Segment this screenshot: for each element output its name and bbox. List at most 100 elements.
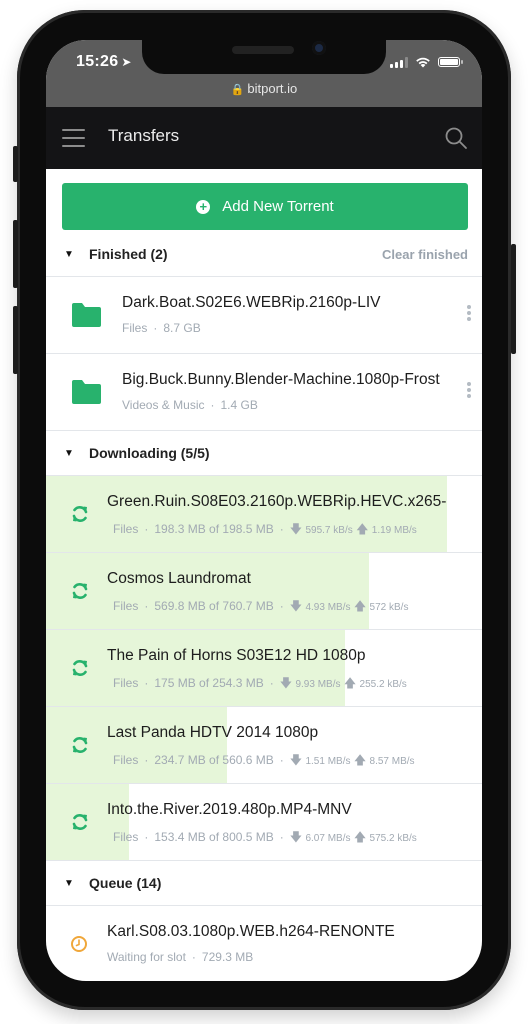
download-arrow-icon: 🡇: [289, 753, 303, 767]
upload-arrow-icon: 🡅: [353, 830, 367, 844]
item-name: The Pain of Horns S03E12 HD 1080p: [107, 647, 366, 664]
upload-arrow-icon: 🡅: [353, 599, 367, 613]
sync-icon: [70, 630, 90, 706]
clock: 15:26 ➤: [76, 53, 132, 71]
download-speed: 6.07 MB/s: [305, 833, 351, 844]
item-category: Files: [113, 830, 139, 844]
upload-speed: 255.2 kB/s: [359, 679, 407, 690]
item-name: Big.Buck.Bunny.Blender-Machine.1080p-Fro…: [122, 371, 440, 388]
download-speed: 4.93 MB/s: [305, 602, 351, 613]
signal-icon: [390, 56, 408, 68]
caret-down-icon: ▼: [64, 877, 74, 889]
status-icons: [390, 56, 463, 68]
list-item[interactable]: Green.Ruin.S08E03.2160p.WEBRip.HEVC.x265…: [46, 476, 482, 553]
plus-circle-icon: +: [196, 199, 211, 214]
transfers-list: + Add New Torrent ▼ Finished (2) Clear f…: [46, 169, 482, 981]
caret-down-icon: ▼: [64, 248, 74, 260]
caret-down-icon: ▼: [64, 447, 74, 459]
item-meta: Files · 569.8 MB of 760.7 MB · 🡇 4.93 MB/s 🡅…: [113, 599, 409, 613]
speaker: [232, 46, 294, 54]
section-title: Finished (2): [89, 246, 168, 262]
sync-icon: [70, 707, 90, 783]
item-downloaded: 569.8 MB of: [154, 599, 220, 613]
list-item[interactable]: The Pain of Horns S03E12 HD 1080p Files · 1…: [46, 630, 482, 707]
list-item[interactable]: Big.Buck.Bunny.Blender-Machine.1080p-Fro…: [46, 354, 482, 431]
section-downloading[interactable]: ▼ Downloading (5/5): [46, 431, 482, 476]
item-name: Karl.S08.03.1080p.WEB.h264-RENONTE: [107, 923, 395, 940]
add-new-torrent-button[interactable]: + Add New Torrent: [62, 183, 468, 230]
lock-icon: 🔒: [230, 84, 245, 96]
clear-finished-link[interactable]: Clear finished: [382, 247, 468, 262]
url-text: bitport.io: [247, 81, 298, 96]
item-meta: Files · 175 MB of 254.3 MB · 🡇 9.93 MB/s 🡅 2…: [113, 676, 407, 690]
item-meta: Files · 198.3 MB of 198.5 MB · 🡇 595.7 kB/s …: [113, 522, 417, 536]
menu-icon[interactable]: [62, 129, 85, 147]
item-downloaded: 234.7 MB of: [154, 753, 220, 767]
download-speed: 595.7 kB/s: [305, 525, 353, 536]
section-queue[interactable]: ▼ Queue (14): [46, 861, 482, 906]
more-options-icon[interactable]: [466, 382, 472, 400]
item-total: 800.5 MB: [222, 830, 274, 844]
list-item[interactable]: Last Panda HDTV 2014 1080p Files · 234.7 MB…: [46, 707, 482, 784]
sync-icon: [70, 476, 90, 552]
section-title: Queue (14): [89, 875, 162, 891]
upload-speed: 8.57 MB/s: [369, 756, 415, 767]
upload-speed: 575.2 kB/s: [369, 833, 417, 844]
list-item[interactable]: Karl.S08.03.1080p.WEB.h264-RENONTE Waiti…: [46, 906, 482, 981]
location-arrow-icon: ➤: [121, 55, 132, 69]
screen: 15:26 ➤ 🔒 bitport.io Transfers + Add New…: [46, 40, 482, 981]
front-camera: [312, 41, 326, 55]
volume-up-button: [13, 220, 18, 288]
battery-icon: [438, 57, 463, 67]
item-name: Dark.Boat.S02E6.WEBRip.2160p-LIV: [122, 294, 381, 311]
url-bar[interactable]: 🔒 bitport.io: [46, 81, 482, 96]
volume-down-button: [13, 306, 18, 374]
wifi-icon: [416, 57, 430, 68]
section-title: Downloading (5/5): [89, 445, 210, 461]
item-category: Files: [122, 321, 148, 335]
item-size: 729.3 MB: [201, 950, 254, 964]
sync-icon: [70, 553, 90, 629]
section-finished[interactable]: ▼ Finished (2) Clear finished: [46, 232, 482, 277]
item-name: Last Panda HDTV 2014 1080p: [107, 724, 319, 741]
download-speed: 9.93 MB/s: [295, 679, 341, 690]
upload-speed: 1.19 MB/s: [371, 525, 417, 536]
app-bar: Transfers: [46, 107, 482, 169]
silent-switch: [13, 146, 18, 182]
item-category: Files: [113, 599, 139, 613]
item-total: 760.7 MB: [222, 599, 274, 613]
item-category: Files: [113, 522, 139, 536]
item-meta: Videos & Music · 1.4 GB: [122, 398, 258, 412]
item-name: Into.the.River.2019.480p.MP4-MNV: [107, 801, 352, 818]
item-meta: Files · 153.4 MB of 800.5 MB · 🡇 6.07 MB/s 🡅…: [113, 830, 417, 844]
item-downloaded: 153.4 MB of: [154, 830, 220, 844]
item-total: 254.3 MB: [212, 676, 264, 690]
item-meta: Waiting for slot · 729.3 MB: [107, 950, 254, 964]
item-name: Green.Ruin.S08E03.2160p.WEBRip.HEVC.x265…: [107, 493, 447, 510]
download-arrow-icon: 🡇: [289, 599, 303, 613]
search-icon[interactable]: [444, 126, 468, 150]
item-status: Waiting for slot: [107, 950, 186, 964]
download-arrow-icon: 🡇: [289, 522, 303, 536]
item-name: Cosmos Laundromat: [107, 570, 251, 587]
item-size: 8.7 GB: [163, 321, 201, 335]
add-button-label: Add New Torrent: [222, 198, 334, 215]
download-arrow-icon: 🡇: [289, 830, 303, 844]
item-meta: Files · 8.7 GB: [122, 321, 201, 335]
clock-icon: [70, 906, 88, 981]
list-item[interactable]: Cosmos Laundromat Files · 569.8 MB of 760.7…: [46, 553, 482, 630]
folder-icon: [70, 277, 102, 353]
list-item[interactable]: Into.the.River.2019.480p.MP4-MNV Files · 15…: [46, 784, 482, 861]
list-item[interactable]: Dark.Boat.S02E6.WEBRip.2160p-LIV Files · 8…: [46, 277, 482, 354]
item-category: Files: [113, 753, 139, 767]
download-speed: 1.51 MB/s: [305, 756, 351, 767]
item-total: 560.6 MB: [222, 753, 274, 767]
upload-arrow-icon: 🡅: [353, 753, 367, 767]
item-category: Files: [113, 676, 139, 690]
item-downloaded: 198.3 MB of: [154, 522, 220, 536]
sync-icon: [70, 784, 90, 860]
clock-text: 15:26: [76, 53, 119, 70]
item-category: Videos & Music: [122, 398, 205, 412]
more-options-icon[interactable]: [466, 305, 472, 323]
item-downloaded: 175 MB of: [154, 676, 210, 690]
